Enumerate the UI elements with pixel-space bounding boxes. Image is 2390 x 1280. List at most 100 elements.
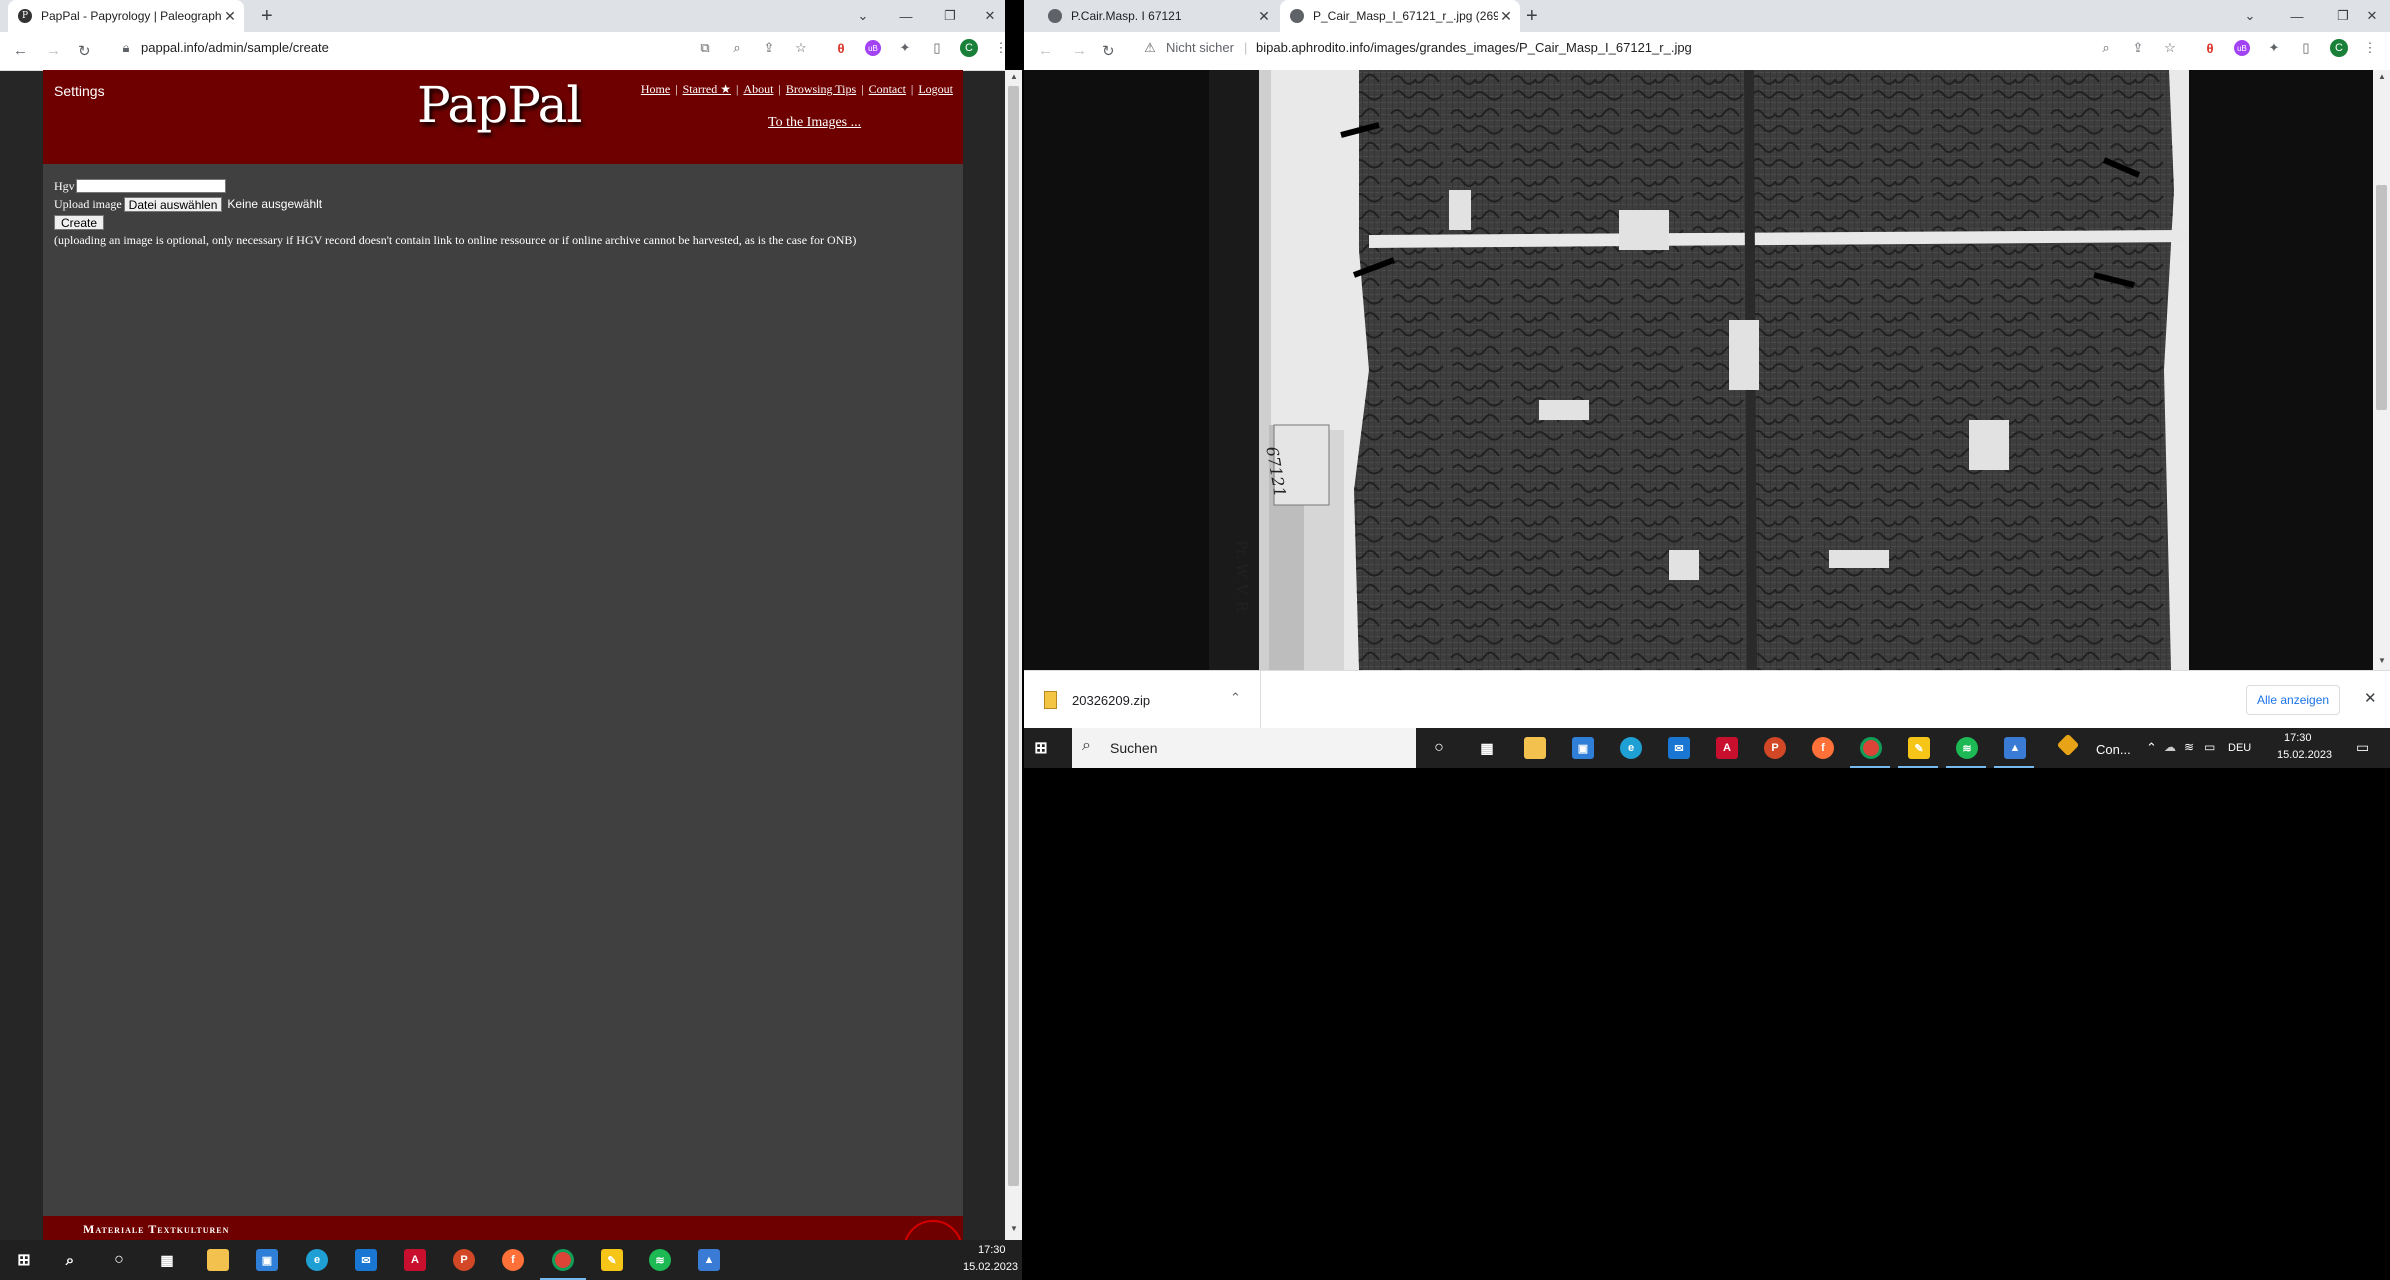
reload-icon[interactable]: ↻ [1102, 42, 1115, 60]
file-explorer-icon[interactable] [1524, 737, 1546, 759]
nav-logout[interactable]: Logout [918, 82, 953, 96]
nav-about[interactable]: About [743, 82, 773, 96]
language-indicator[interactable]: DEU [2228, 742, 2251, 754]
close-tab-icon[interactable]: ✕ [1498, 8, 1514, 25]
papyrus-photo[interactable]: 67121 Pr. W. V. R. [1209, 70, 2189, 670]
tab-search-icon[interactable]: ⌄ [2227, 0, 2273, 32]
warning-icon[interactable]: ⚠ [1142, 40, 1158, 56]
scroll-down-icon[interactable]: ▼ [2378, 656, 2386, 665]
address-bar[interactable]: pappal.info/admin/sample/create [141, 40, 329, 55]
cortana-icon[interactable]: ○ [1428, 737, 1450, 759]
share-icon[interactable]: ⇪ [2130, 40, 2146, 56]
mail-icon[interactable]: ✉ [355, 1249, 377, 1271]
side-panel-icon[interactable]: ▯ [929, 40, 945, 56]
battery-icon[interactable]: ▭ [2204, 740, 2215, 754]
cortana-icon[interactable]: ○ [108, 1249, 130, 1271]
powerpoint-icon[interactable]: P [453, 1249, 475, 1271]
translate-icon[interactable]: ⧉ [697, 40, 713, 56]
windows-start-icon[interactable]: ⊞ [1030, 737, 1052, 759]
zoom-icon[interactable]: ⌕ [729, 40, 745, 56]
windows-start-icon[interactable]: ⊞ [13, 1249, 35, 1271]
extensions-puzzle-icon[interactable]: ✦ [897, 40, 913, 56]
store-icon[interactable]: ▣ [256, 1249, 278, 1271]
close-tab-icon[interactable]: ✕ [1256, 8, 1272, 25]
hgv-input[interactable] [75, 179, 226, 193]
lock-icon[interactable]: 🔒︎ [118, 40, 134, 56]
tab-p-cair-masp[interactable]: P.Cair.Masp. I 67121 ✕ [1038, 0, 1278, 32]
extension-icon[interactable]: θ [833, 40, 849, 56]
forward-icon[interactable]: → [1072, 42, 1087, 59]
task-view-icon[interactable]: ▦ [1476, 737, 1498, 759]
task-view-icon[interactable]: ▦ [156, 1249, 178, 1271]
edge-icon[interactable]: e [306, 1249, 328, 1271]
restore-icon[interactable]: ❐ [930, 0, 970, 32]
notes-icon[interactable]: ✎ [1908, 737, 1930, 759]
extension-icon[interactable]: uB [865, 40, 881, 56]
reload-icon[interactable]: ↻ [78, 42, 91, 60]
scroll-down-icon[interactable]: ▼ [1010, 1224, 1018, 1233]
chrome-icon[interactable] [552, 1249, 574, 1271]
back-icon[interactable]: ← [13, 42, 28, 59]
spotify-icon[interactable]: ≋ [649, 1249, 671, 1271]
pappal-logo[interactable]: PapPal [417, 76, 582, 134]
extension-icon[interactable]: uB [2234, 40, 2250, 56]
settings-link[interactable]: Settings [54, 83, 105, 99]
notes-icon[interactable]: ✎ [601, 1249, 623, 1271]
scroll-up-icon[interactable]: ▲ [2378, 72, 2386, 81]
photos-icon[interactable]: ▲ [698, 1249, 720, 1271]
acrobat-icon[interactable]: A [404, 1249, 426, 1271]
chrome-icon[interactable] [1860, 737, 1882, 759]
edge-icon[interactable]: e [1620, 737, 1642, 759]
nav-contact[interactable]: Contact [869, 82, 906, 96]
nav-home[interactable]: Home [641, 82, 670, 96]
new-tab-icon[interactable]: + [1526, 4, 1538, 28]
right-scrollbar[interactable]: ▲ ▼ [2373, 70, 2390, 670]
minimize-icon[interactable]: — [2274, 0, 2320, 32]
scroll-thumb[interactable] [1008, 86, 1019, 1186]
left-scrollbar[interactable]: ▲ ▼ [1005, 70, 1022, 1240]
spotify-icon[interactable]: ≋ [1956, 737, 1978, 759]
menu-icon[interactable]: ⋮ [2362, 40, 2378, 56]
close-download-bar-icon[interactable]: ✕ [2364, 689, 2377, 707]
clock-time[interactable]: 17:30 [2284, 732, 2312, 744]
chevron-up-icon[interactable]: ⌃ [1230, 690, 1241, 706]
clock-date[interactable]: 15.02.2023 [2277, 749, 2332, 761]
bookmark-star-icon[interactable]: ☆ [793, 40, 809, 56]
back-icon[interactable]: ← [1038, 42, 1053, 59]
powerpoint-icon[interactable]: P [1764, 737, 1786, 759]
acrobat-icon[interactable]: A [1716, 737, 1738, 759]
wifi-icon[interactable]: ≋ [2184, 740, 2194, 754]
extensions-puzzle-icon[interactable]: ✦ [2266, 40, 2282, 56]
clock-date[interactable]: 15.02.2023 [963, 1261, 1018, 1273]
share-icon[interactable]: ⇪ [761, 40, 777, 56]
onedrive-icon[interactable]: ☁ [2164, 740, 2176, 754]
show-all-button[interactable]: Alle anzeigen [2246, 685, 2341, 715]
forward-icon[interactable]: → [46, 42, 61, 59]
chevron-up-icon[interactable]: ⌃ [2146, 740, 2157, 756]
choose-file-button[interactable]: Datei auswählen [123, 196, 223, 212]
minimize-icon[interactable]: — [886, 0, 926, 32]
profile-avatar[interactable]: C [960, 39, 978, 57]
download-item[interactable]: 20326209.zip ⌃ [1024, 671, 1261, 729]
bookmark-star-icon[interactable]: ☆ [2162, 40, 2178, 56]
scroll-up-icon[interactable]: ▲ [1010, 72, 1018, 81]
zoom-icon[interactable]: ⌕ [2098, 40, 2114, 56]
file-explorer-icon[interactable] [207, 1249, 229, 1271]
close-window-icon[interactable]: ✕ [2349, 0, 2390, 32]
clock-time[interactable]: 17:30 [978, 1244, 1006, 1256]
photos-icon[interactable]: ▲ [2004, 737, 2026, 759]
mail-icon[interactable]: ✉ [1668, 737, 1690, 759]
connect-label[interactable]: Con... [2096, 742, 2131, 757]
search-icon[interactable]: ⌕ [59, 1249, 81, 1271]
close-tab-icon[interactable]: ✕ [222, 8, 238, 25]
create-button[interactable]: Create [54, 214, 105, 230]
taskbar-search-box[interactable]: ⌕ Suchen [1072, 728, 1416, 768]
tab-papyrus-image[interactable]: P_Cair_Masp_I_67121_r_.jpg (269 ✕ [1280, 0, 1520, 32]
firefox-icon[interactable]: f [502, 1249, 524, 1271]
address-bar[interactable]: bipab.aphrodito.info/images/grandes_imag… [1256, 40, 1692, 55]
nav-browsing-tips[interactable]: Browsing Tips [786, 82, 856, 96]
to-images-link[interactable]: To the Images ... [768, 115, 861, 131]
notification-icon[interactable]: ▭ [2356, 739, 2369, 756]
tab-search-icon[interactable]: ⌄ [838, 0, 888, 32]
nav-starred[interactable]: Starred ★ [683, 82, 731, 96]
